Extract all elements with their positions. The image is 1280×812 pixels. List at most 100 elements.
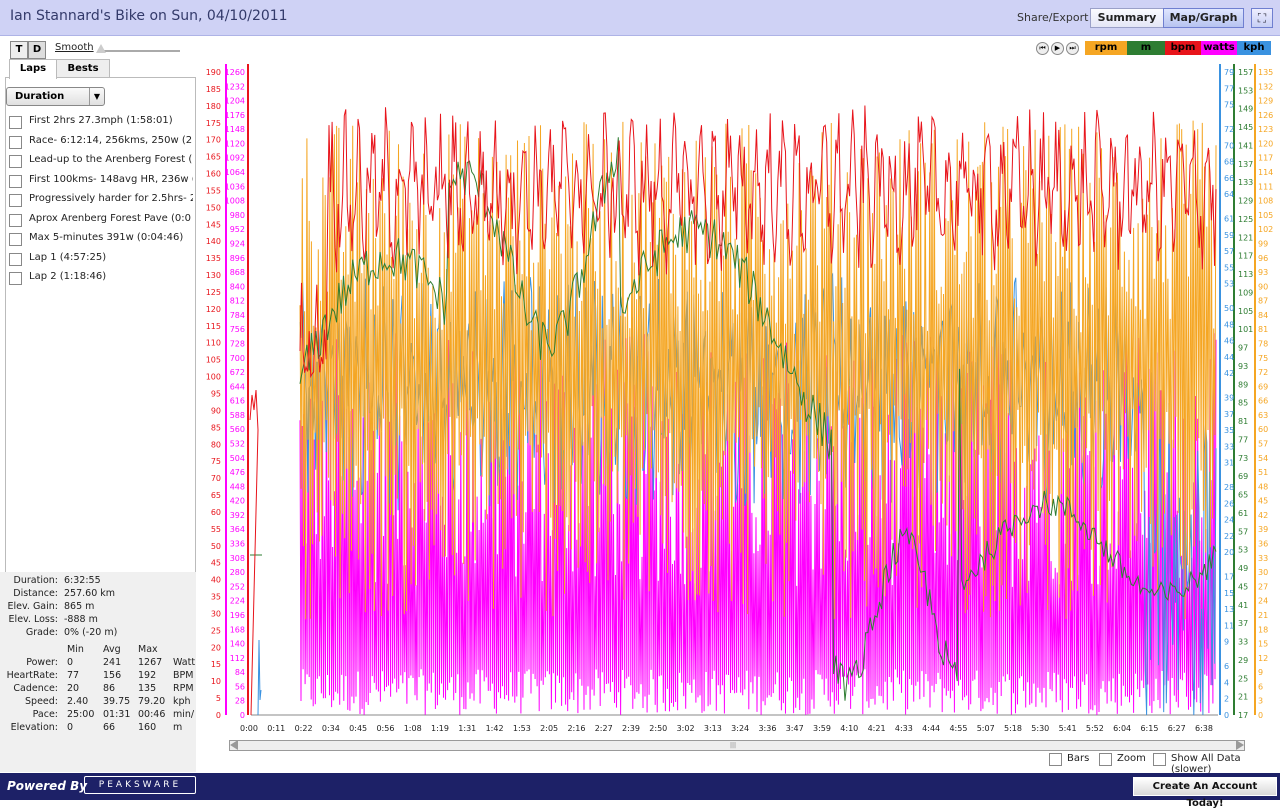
watts-axis-tick: 1064 — [225, 168, 245, 177]
lap-checkbox[interactable] — [9, 174, 22, 188]
rpm-axis-tick: 69 — [1258, 382, 1268, 391]
tab-bests[interactable]: Bests — [56, 59, 110, 78]
stat-min: 0 — [67, 657, 74, 668]
duration-value: 6:32:55 — [64, 575, 101, 586]
stat-unit: RPM — [173, 683, 194, 694]
col-avg: Avg — [103, 644, 121, 655]
smooth-slider-thumb[interactable] — [96, 44, 106, 53]
scroll-right-handle-icon[interactable] — [1236, 740, 1244, 750]
lap-item[interactable]: Aprox Arenberg Forest Pave (0:0 — [9, 212, 193, 228]
lap-item[interactable]: First 100kms- 148avg HR, 236w ( — [9, 173, 193, 189]
bpm-start-fragment — [249, 389, 259, 716]
lap-item[interactable]: Max 5-minutes 391w (0:04:46) — [9, 231, 193, 247]
legend-rpm[interactable]: rpm — [1085, 41, 1127, 55]
watts-axis-tick: 1148 — [225, 125, 245, 134]
distance-toggle-button[interactable]: D — [28, 41, 46, 59]
rpm-axis-tick: 15 — [1258, 640, 1268, 649]
lap-label: Lead-up to the Arenberg Forest ( — [29, 154, 193, 165]
tab-laps[interactable]: Laps — [9, 59, 57, 79]
lap-checkbox[interactable] — [9, 252, 22, 266]
kph-start-fragment — [257, 639, 262, 716]
lap-item[interactable]: Lap 1 (4:57:25) — [9, 251, 193, 267]
chevron-down-icon[interactable]: ▼ — [89, 88, 104, 105]
rpm-axis-tick: 21 — [1258, 611, 1268, 620]
stat-avg: 86 — [103, 683, 116, 694]
smooth-slider-track[interactable] — [98, 50, 180, 52]
lap-label: First 100kms- 148avg HR, 236w ( — [29, 173, 193, 185]
kph-axis-tick: 6 — [1224, 662, 1229, 671]
lap-checkbox[interactable] — [9, 233, 22, 246]
footer-bar: Powered By PEAKSWARE Create An Account T… — [0, 773, 1280, 809]
lap-checkbox[interactable] — [9, 116, 22, 129]
lap-sort-dropdown[interactable]: Duration ▼ — [6, 87, 105, 106]
time-toggle-button[interactable]: T — [10, 41, 28, 59]
lap-checkbox[interactable] — [9, 272, 22, 285]
legend-m[interactable]: m — [1127, 41, 1165, 55]
watts-axis-tick: 0 — [240, 711, 245, 720]
rpm-axis-tick: 99 — [1258, 239, 1268, 248]
x-tick-label: 5:52 — [1086, 724, 1104, 733]
legend-kph[interactable]: kph — [1237, 41, 1271, 55]
lap-checkbox[interactable] — [9, 135, 22, 149]
lap-label: Lap 1 (4:57:25) — [29, 251, 107, 263]
zoom-checkbox[interactable] — [1099, 753, 1112, 766]
nav-play-icon[interactable]: ▶ — [1051, 42, 1064, 55]
summary-button[interactable]: Summary — [1090, 8, 1164, 28]
kph-series-line — [299, 272, 1217, 716]
bpm-axis-tick: 15 — [211, 660, 221, 669]
fullscreen-icon[interactable]: ⛶ — [1251, 8, 1273, 28]
kph-axis-tick: 68 — [1224, 158, 1234, 167]
m-axis-tick: 21 — [1238, 693, 1248, 702]
x-tick-label: 2:50 — [649, 724, 667, 733]
stat-max: 00:46 — [138, 709, 166, 720]
kph-axis-tick: 20 — [1224, 548, 1234, 557]
lap-item[interactable]: First 2hrs 27.3mph (1:58:01) — [9, 114, 193, 130]
show-all-data-checkbox[interactable] — [1153, 753, 1166, 766]
map-graph-button[interactable]: Map/Graph — [1163, 8, 1244, 28]
bpm-axis-tick: 120 — [206, 305, 221, 314]
lap-checkbox[interactable] — [9, 194, 22, 207]
stat-unit: min/ — [173, 709, 195, 720]
m-axis-tick: 61 — [1238, 509, 1248, 518]
watts-axis-tick: 812 — [230, 297, 245, 306]
distance-label: Distance: — [13, 588, 58, 599]
bpm-axis-tick: 155 — [206, 186, 221, 195]
legend-bpm[interactable]: bpm — [1165, 41, 1201, 55]
share-export-link[interactable]: Share/Export — [1017, 11, 1088, 24]
lap-checkbox[interactable] — [9, 213, 22, 227]
scroll-left-handle-icon[interactable] — [230, 740, 238, 750]
watts-axis-tick: 840 — [230, 282, 245, 291]
bpm-axis-tick: 80 — [211, 440, 221, 449]
bars-checkbox[interactable] — [1049, 753, 1062, 766]
lap-item[interactable]: Progressively harder for 2.5hrs- 2 — [9, 192, 193, 208]
legend-watts[interactable]: watts — [1201, 41, 1237, 55]
chart-scrollbar[interactable]: ||| — [229, 740, 1245, 751]
rpm-axis-tick: 72 — [1258, 368, 1268, 377]
x-tick-label: 3:36 — [758, 724, 776, 733]
nav-last-icon[interactable]: ⏭ — [1066, 42, 1079, 55]
x-tick-label: 1:31 — [458, 724, 476, 733]
elev-loss-label: Elev. Loss: — [8, 614, 58, 625]
rpm-axis-tick: 84 — [1258, 311, 1268, 320]
rpm-axis-tick: 30 — [1258, 568, 1268, 577]
m-axis-tick: 29 — [1238, 656, 1248, 665]
elevation-series-line — [299, 137, 1217, 701]
watts-axis-tick: 588 — [230, 411, 245, 420]
peaksware-logo[interactable]: PEAKSWARE — [84, 776, 196, 794]
kph-axis-tick: 44 — [1224, 353, 1234, 362]
m-axis-tick: 89 — [1238, 380, 1248, 389]
nav-first-icon[interactable]: ⏮ — [1036, 42, 1049, 55]
stat-row: Elevation: 0 66 160 m — [0, 722, 196, 735]
lap-item[interactable]: Lead-up to the Arenberg Forest ( — [9, 153, 193, 169]
bpm-axis-tick: 145 — [206, 220, 221, 229]
x-tick-label: 2:16 — [567, 724, 585, 733]
lap-item[interactable]: Race- 6:12:14, 256kms, 250w (2 — [9, 134, 193, 150]
x-tick-label: 5:41 — [1059, 724, 1077, 733]
lap-item[interactable]: Lap 2 (1:18:46) — [9, 270, 193, 286]
lap-checkbox[interactable] — [9, 155, 22, 168]
col-max: Max — [138, 644, 158, 655]
create-account-button[interactable]: Create An Account Today! — [1133, 777, 1277, 809]
x-tick-label: 2:39 — [622, 724, 640, 733]
kph-axis-tick: 75 — [1224, 101, 1234, 110]
watts-axis-tick: 308 — [230, 554, 245, 563]
